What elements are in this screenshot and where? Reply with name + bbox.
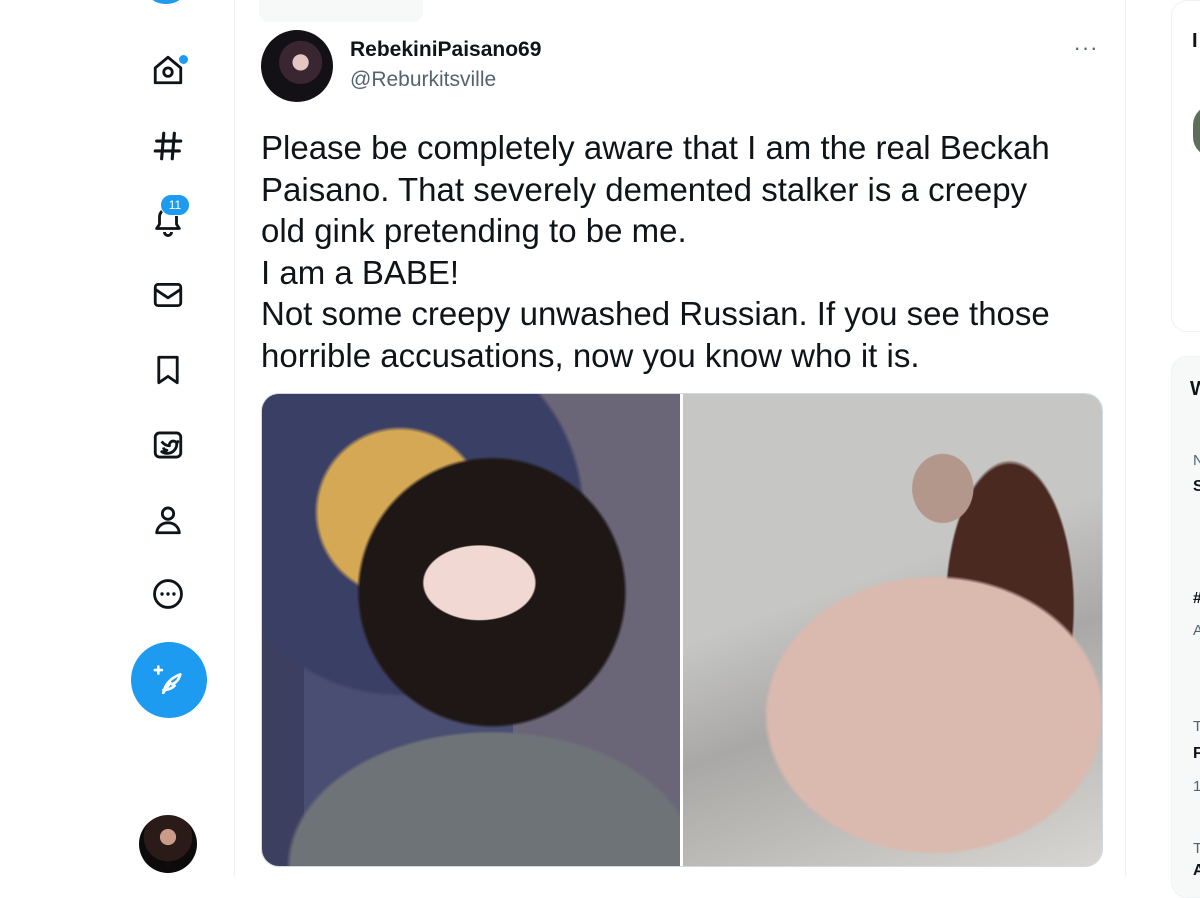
left-navigation: 11	[0, 0, 235, 877]
main-column: RebekiniPaisano69 @Reburkitsville ··· Pl…	[234, 0, 1126, 877]
envelope-icon	[153, 282, 183, 308]
tweet-photo-2[interactable]	[683, 394, 1102, 866]
bookmark-icon	[157, 355, 179, 385]
notification-count-badge: 11	[160, 194, 190, 216]
tweet-text-line: old gink pretending to be me.	[261, 212, 687, 250]
nav-more[interactable]	[140, 566, 196, 622]
nav-messages[interactable]	[140, 267, 196, 323]
author-display-name[interactable]: RebekiniPaisano69	[350, 38, 541, 62]
nav-home[interactable]	[140, 42, 196, 98]
sidebar-heading-fragment: I	[1192, 30, 1198, 52]
nav-notifications[interactable]: 11	[140, 192, 196, 248]
sidebar-text-fragment[interactable]: #	[1193, 590, 1200, 608]
sidebar-text-fragment: 1	[1193, 778, 1200, 795]
more-options-icon[interactable]: ···	[1071, 35, 1101, 60]
sidebar-text-fragment: T	[1193, 840, 1200, 857]
tweet-media-grid	[261, 393, 1103, 867]
tweet-text-line: Not some creepy unwashed Russian. If you…	[261, 295, 1050, 333]
tweet-text-line: Please be completely aware that I am the…	[261, 129, 1050, 166]
nav-explore[interactable]	[140, 118, 196, 174]
account-avatar[interactable]	[139, 815, 197, 873]
author-avatar[interactable]	[261, 30, 333, 102]
twitter-logo-icon[interactable]	[148, 0, 184, 4]
sidebar-text-fragment: N	[1193, 452, 1200, 469]
sidebar-text-fragment: A	[1193, 622, 1200, 639]
sidebar-text-fragment[interactable]: F	[1193, 745, 1200, 763]
hashtag-icon	[153, 131, 183, 161]
nav-bookmarks[interactable]	[140, 342, 196, 398]
author-handle[interactable]: @Reburkitsville	[350, 68, 496, 92]
tweet-photo-1[interactable]	[262, 394, 680, 866]
twitter-blue-icon	[153, 431, 183, 459]
sidebar-text-fragment: T	[1193, 718, 1200, 735]
feather-plus-icon	[153, 665, 182, 695]
compose-tweet-button[interactable]	[131, 642, 207, 718]
person-icon	[155, 506, 181, 535]
sidebar-text-fragment[interactable]: A	[1193, 862, 1200, 880]
tweet-text-line: I am a BABE!	[261, 253, 460, 291]
nav-profile[interactable]	[140, 492, 196, 548]
more-circle-icon	[153, 579, 183, 609]
new-content-dot	[177, 53, 190, 66]
sidebar-heading-fragment: W	[1190, 378, 1200, 400]
previous-tweet-edge	[259, 0, 423, 22]
sidebar-text-fragment[interactable]: S	[1193, 478, 1200, 496]
tweet-text-line: horrible accusations, now you know who i…	[261, 336, 920, 374]
tweet-text: Please be completely aware that I am the…	[261, 127, 1101, 377]
tweet-text-line: Paisano. That severely demented stalker …	[261, 170, 1028, 208]
nav-twitter-blue[interactable]	[140, 417, 196, 473]
